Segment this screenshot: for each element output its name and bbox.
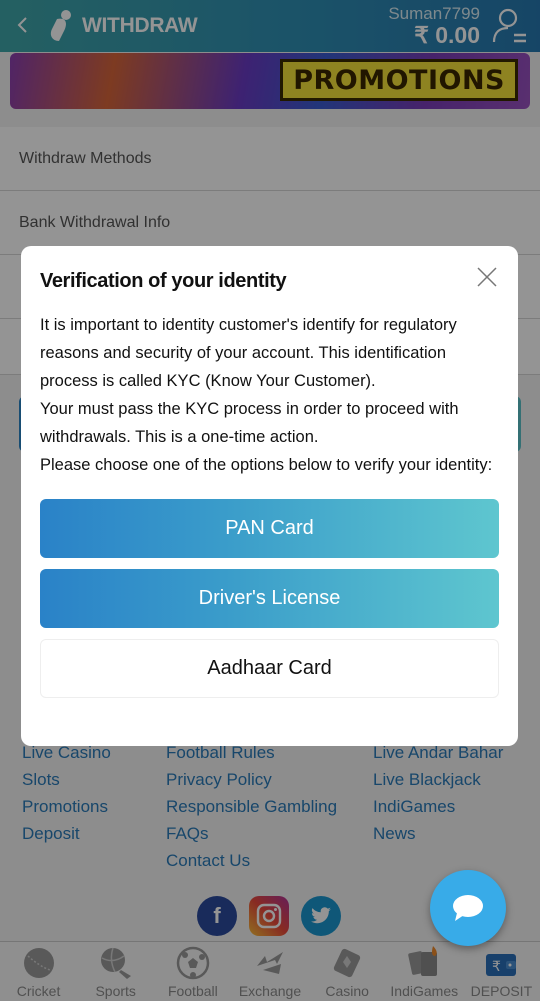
chat-bubble-icon [453,895,483,921]
drivers-license-button[interactable]: Driver's License [40,569,499,628]
close-icon[interactable] [476,266,498,288]
modal-paragraph: It is important to identity customer's i… [40,316,457,390]
modal-paragraph: Your must pass the KYC process in order … [40,400,459,446]
pan-card-button[interactable]: PAN Card [40,499,499,558]
aadhaar-card-button[interactable]: Aadhaar Card [40,639,499,698]
modal-title: Verification of your identity [40,270,287,292]
verification-options: PAN Card Driver's License Aadhaar Card [40,499,499,698]
kyc-verification-modal: Verification of your identity It is impo… [21,246,518,746]
live-chat-button[interactable] [430,870,506,946]
modal-body: It is important to identity customer's i… [40,311,499,479]
modal-paragraph: Please choose one of the options below t… [40,456,493,474]
